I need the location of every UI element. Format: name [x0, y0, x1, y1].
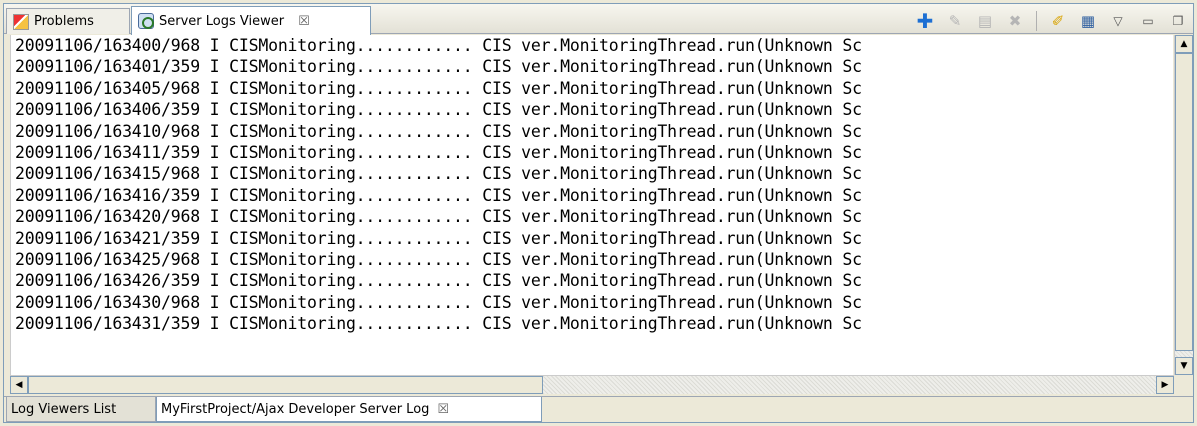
add-icon[interactable]: ✚ [916, 11, 934, 31]
tab-log-viewers-list-label: Log Viewers List [11, 401, 117, 417]
properties-icon[interactable]: ▦ [1079, 12, 1097, 30]
scroll-right-button[interactable]: ▶ [1156, 376, 1174, 394]
scroll-up-button[interactable]: ▲ [1175, 35, 1193, 53]
server-log-icon [138, 13, 154, 29]
view-toolbar: ✚ ✎ ▤ ✖ ✐ ▦ ▽ ▭ ❐ [916, 10, 1187, 32]
log-line: 20091106/163406/359 I CISMonitoring.....… [15, 100, 862, 120]
delete-icon[interactable]: ✖ [1006, 12, 1024, 30]
log-line: 20091106/163415/968 I CISMonitoring.....… [15, 164, 862, 184]
close-icon[interactable]: ☒ [298, 14, 310, 29]
vertical-scroll-thumb[interactable] [1175, 53, 1193, 351]
log-line: 20091106/163405/968 I CISMonitoring.....… [15, 78, 862, 98]
log-line: 20091106/163426/359 I CISMonitoring.....… [15, 271, 862, 291]
log-line: 20091106/163411/359 I CISMonitoring.....… [15, 142, 862, 162]
log-line: 20091106/163420/968 I CISMonitoring.....… [15, 207, 862, 227]
scroll-left-button[interactable]: ◀ [10, 376, 28, 394]
maximize-icon[interactable]: ❐ [1169, 12, 1187, 30]
tab-log-viewers-list[interactable]: Log Viewers List [6, 397, 156, 422]
problems-icon [13, 13, 29, 30]
log-line: 20091106/163421/359 I CISMonitoring.....… [15, 228, 862, 248]
log-line: 20091106/163430/968 I CISMonitoring.....… [15, 292, 862, 312]
tab-server-logs-viewer[interactable]: Server Logs Viewer ☒ [131, 6, 371, 35]
vertical-scrollbar[interactable]: ▲ ▼ [1174, 35, 1193, 375]
view-tab-bar: Problems Server Logs Viewer ☒ ✚ ✎ ▤ ✖ ✐ … [4, 4, 1193, 35]
tab-problems[interactable]: Problems [6, 8, 130, 34]
log-line: 20091106/163416/359 I CISMonitoring.....… [15, 185, 862, 205]
copy-icon[interactable]: ▤ [976, 12, 994, 30]
toolbar-separator [1036, 11, 1037, 31]
tab-server-log-label: MyFirstProject/Ajax Developer Server Log [161, 401, 430, 417]
horizontal-scroll-thumb[interactable] [28, 376, 543, 394]
log-line: 20091106/163400/968 I CISMonitoring.....… [15, 36, 862, 55]
tab-server-logs-viewer-label: Server Logs Viewer [159, 13, 285, 29]
scroll-down-button[interactable]: ▼ [1175, 357, 1193, 375]
server-logs-view: Problems Server Logs Viewer ☒ ✚ ✎ ▤ ✖ ✐ … [3, 3, 1194, 423]
log-line: 20091106/163425/968 I CISMonitoring.....… [15, 249, 862, 269]
view-menu-icon[interactable]: ▽ [1109, 12, 1127, 30]
clear-icon[interactable]: ✐ [1049, 12, 1067, 30]
log-tab-bar: Log Viewers List MyFirstProject/Ajax Dev… [4, 396, 1193, 422]
minimize-icon[interactable]: ▭ [1139, 12, 1157, 30]
log-line: 20091106/163410/968 I CISMonitoring.....… [15, 121, 862, 141]
horizontal-scrollbar[interactable]: ◀ ▶ [10, 375, 1174, 394]
log-line: 20091106/163431/359 I CISMonitoring.....… [15, 314, 862, 334]
log-line: 20091106/163401/359 I CISMonitoring.....… [15, 57, 862, 77]
log-text-area[interactable]: 20091106/163400/968 I CISMonitoring.....… [10, 35, 1173, 375]
close-icon[interactable]: ☒ [437, 402, 449, 417]
tab-problems-label: Problems [34, 14, 94, 29]
edit-icon[interactable]: ✎ [946, 12, 964, 30]
tab-server-log[interactable]: MyFirstProject/Ajax Developer Server Log… [156, 397, 542, 422]
